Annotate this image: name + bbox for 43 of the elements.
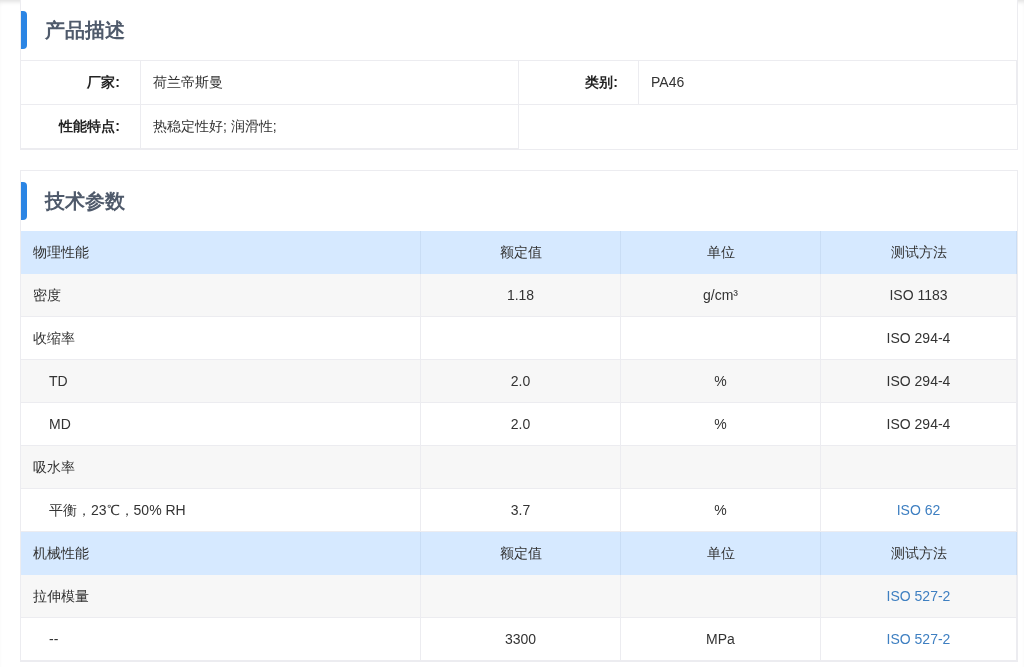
field-value: 荷兰帝斯曼 (153, 73, 223, 92)
table-cell-text: 3.7 (510, 500, 531, 520)
section-title: 产品描述 (45, 18, 125, 43)
method-link[interactable]: ISO 527-2 (886, 585, 951, 607)
section-title: 技术参数 (45, 189, 125, 214)
field-value: PA46 (651, 73, 685, 92)
table-cell-text: ISO 1183 (889, 285, 948, 305)
table-cell-text: ISO 294-4 (886, 371, 951, 391)
method-link[interactable]: ISO 527-2 (886, 628, 951, 650)
table-cell-text: % (714, 371, 727, 391)
table-cell-text: TD (49, 371, 68, 391)
table-cell-text: 密度 (33, 285, 61, 305)
field-label: 性能特点: (59, 117, 120, 136)
method-link[interactable]: ISO 62 (896, 499, 941, 521)
table-cell-text: -- (49, 629, 59, 649)
table-cell-text: 2.0 (510, 414, 531, 434)
column-header: 单位 (706, 544, 735, 563)
field-label: 厂家: (87, 73, 120, 92)
table-cell-text: g/cm³ (703, 285, 738, 305)
table-cell-text: 拉伸模量 (33, 586, 89, 606)
column-header: 额定值 (499, 243, 542, 262)
field-value: 热稳定性好; 润滑性; (153, 117, 277, 136)
column-header: 测试方法 (890, 544, 947, 563)
accent-bar (21, 182, 27, 220)
table-cell-text: ISO 294-4 (886, 414, 951, 434)
table-cell-text: 吸水率 (33, 457, 75, 477)
table-cell-text: MD (49, 414, 71, 434)
table-cell-text: 1.18 (506, 285, 535, 305)
table-cell-text: 平衡，23℃，50% RH (49, 500, 186, 520)
accent-bar (21, 11, 27, 49)
column-header: 额定值 (499, 544, 542, 563)
table-cell-text: 3300 (504, 629, 537, 649)
field-label: 类别: (585, 73, 618, 92)
column-header: 机械性能 (33, 544, 89, 563)
table-cell-text: 2.0 (510, 371, 531, 391)
table-cell-text: 收缩率 (33, 328, 75, 348)
table-cell-text: MPa (706, 629, 735, 649)
column-header: 单位 (706, 243, 735, 262)
column-header: 测试方法 (890, 243, 947, 262)
table-cell-text: % (714, 500, 727, 520)
table-cell-text: % (714, 414, 727, 434)
column-header: 物理性能 (33, 243, 89, 262)
table-cell-text: ISO 294-4 (886, 328, 951, 348)
